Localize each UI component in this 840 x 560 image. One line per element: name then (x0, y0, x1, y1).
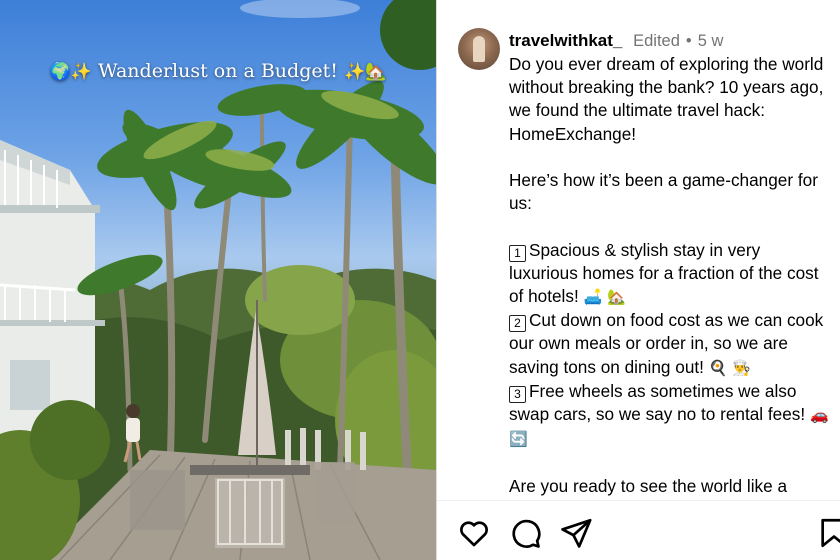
caption-intro: Do you ever dream of exploring the world… (509, 54, 824, 144)
username-link[interactable]: travelwithkat_ (509, 31, 622, 50)
like-button[interactable] (457, 516, 491, 550)
post-media[interactable]: 🌍✨ Wanderlust on a Budget! ✨🏡 (0, 0, 436, 560)
media-photo (0, 0, 436, 560)
post-header: travelwithkat_ Edited • 5 w (509, 30, 723, 52)
heart-icon (460, 521, 488, 547)
comment-icon (512, 519, 541, 548)
send-icon (561, 518, 592, 548)
edited-label: Edited (633, 32, 680, 50)
caption-item-2: 2 Cut down on food cost as we can cook ou… (509, 309, 831, 380)
keycap-3: 3 (509, 385, 526, 403)
overlay-prefix-emoji: 🌍✨ (49, 62, 93, 82)
media-overlay-title: 🌍✨ Wanderlust on a Budget! ✨🏡 (0, 60, 436, 82)
post-meta: Edited • 5 w (633, 32, 723, 50)
caption-closing: Are you ready to see the world like a (509, 475, 788, 496)
caption-item-1-text: Spacious & stylish stay in very luxuriou… (509, 239, 819, 306)
keycap-2: 2 (509, 315, 526, 333)
caption-item-2-text: Cut down on food cost as we can cook our… (509, 310, 824, 377)
bookmark-icon (821, 518, 840, 548)
caption-item-2-emoji: 🍳 👨‍🍳 (708, 358, 751, 377)
meta-separator: • (685, 32, 692, 50)
overlay-text: Wanderlust on a Budget! (98, 60, 338, 82)
caption-lead: Here’s how it’s been a game-changer for … (509, 170, 818, 214)
caption-item-1: 1 Spacious & stylish stay in very luxurio… (509, 239, 831, 310)
actions-divider (437, 500, 840, 501)
comment-button[interactable] (508, 516, 542, 550)
avatar[interactable] (458, 28, 500, 70)
save-button[interactable] (817, 516, 840, 550)
caption-item-3-text: Free wheels as sometimes we also swap ca… (509, 380, 806, 425)
keycap-1: 1 (509, 244, 526, 262)
caption-item-3: 3 Free wheels as sometimes we also swap c… (509, 380, 831, 452)
share-button[interactable] (559, 516, 593, 550)
post-caption: Do you ever dream of exploring the world… (509, 53, 831, 500)
post-panel: travelwithkat_ Edited • 5 w Do you ever dr… (437, 0, 840, 560)
overlay-suffix-emoji: ✨🏡 (343, 62, 387, 82)
post-age[interactable]: 5 w (698, 32, 724, 50)
caption-item-1-emoji: 🛋️ 🏡 (583, 288, 626, 306)
